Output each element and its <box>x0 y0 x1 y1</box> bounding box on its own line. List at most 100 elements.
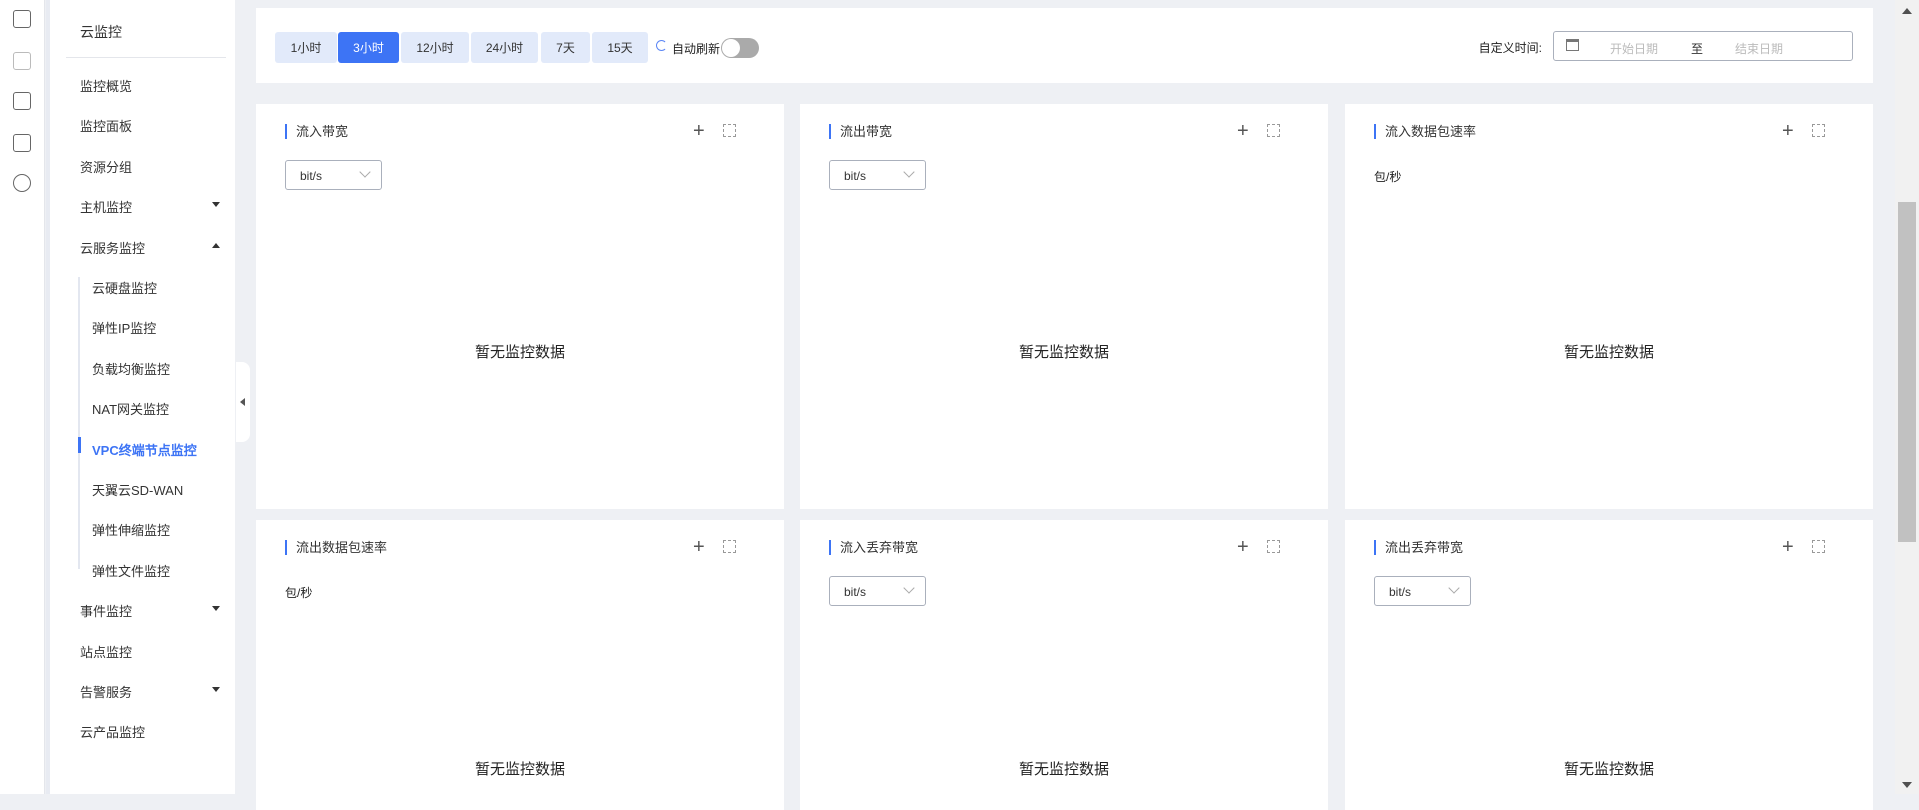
fullscreen-icon[interactable] <box>1812 124 1825 137</box>
sidebar-item[interactable]: 主机监控 <box>80 197 230 216</box>
fullscreen-icon[interactable] <box>1812 540 1825 553</box>
globe-icon[interactable] <box>13 174 31 192</box>
add-icon[interactable]: + <box>1237 537 1249 557</box>
sidebar-item[interactable]: 监控面板 <box>80 116 230 135</box>
unit-label: 包/秒 <box>1374 170 1402 184</box>
sidebar-item-label: NAT网关监控 <box>92 402 170 418</box>
network-icon[interactable] <box>13 92 31 110</box>
sidebar-item[interactable]: 云产品监控 <box>80 722 230 741</box>
range-button[interactable]: 24小时 <box>471 32 538 63</box>
panel-title: 流出数据包速率 <box>285 540 387 555</box>
scroll-down-icon[interactable] <box>1902 782 1912 788</box>
panel-title: 流入丢弃带宽 <box>829 540 918 555</box>
caret-up-icon <box>212 242 220 248</box>
chart-panel: 流入数据包速率 + 包/秒 暂无监控数据 <box>1345 104 1873 509</box>
dashboard-icon[interactable] <box>13 10 31 28</box>
unit-select[interactable]: bit/s <box>285 160 382 190</box>
sidebar: 云监控 监控概览 监控面板 资源分组 主机监控 云服务监控 云硬盘监控 弹性IP监控 负载均衡… <box>46 0 235 794</box>
sidebar-title: 云监控 <box>80 24 122 40</box>
sidebar-item[interactable]: NAT网关监控 <box>92 399 242 418</box>
empty-state-text: 暂无监控数据 <box>1563 761 1654 778</box>
sidebar-item-label: 监控面板 <box>80 119 133 135</box>
fullscreen-icon[interactable] <box>723 540 736 553</box>
range-button[interactable]: 15天 <box>592 32 648 63</box>
range-separator: 至 <box>1691 42 1704 56</box>
caret-down-icon <box>212 202 220 208</box>
start-date-input[interactable]: 开始日期 <box>1610 40 1658 57</box>
icon-rail <box>0 0 45 794</box>
refresh-icon <box>656 40 667 51</box>
empty-state-text: 暂无监控数据 <box>1018 761 1109 778</box>
unit-select-value: bit/s <box>844 585 867 599</box>
panel-title: 流出带宽 <box>829 124 892 139</box>
add-icon[interactable]: + <box>1237 121 1249 141</box>
sidebar-item[interactable]: 云硬盘监控 <box>92 278 242 297</box>
unit-select-value: bit/s <box>1389 585 1412 599</box>
chart-panel: 流出丢弃带宽 + bit/s 暂无监控数据 <box>1345 520 1873 810</box>
topology-icon[interactable] <box>13 52 31 70</box>
scroll-up-icon[interactable] <box>1902 8 1912 14</box>
sidebar-item-label: 负载均衡监控 <box>92 361 171 377</box>
sidebar-item-label: 事件监控 <box>80 604 133 620</box>
sidebar-item-label: 弹性IP监控 <box>92 321 157 337</box>
divider <box>66 57 226 58</box>
sidebar-item[interactable]: 弹性IP监控 <box>92 318 242 337</box>
collapse-sidebar-handle[interactable] <box>236 362 250 442</box>
panel-title: 流出丢弃带宽 <box>1374 540 1463 555</box>
sidebar-item-label: VPC终端节点监控 <box>92 442 197 458</box>
empty-state-text: 暂无监控数据 <box>474 761 565 778</box>
unit-select[interactable]: bit/s <box>1374 576 1471 606</box>
caret-down-icon <box>212 606 220 612</box>
panel-title: 流入带宽 <box>285 124 348 139</box>
sidebar-item[interactable]: 弹性文件监控 <box>92 561 242 580</box>
cloud-link-icon[interactable] <box>13 134 31 152</box>
fullscreen-icon[interactable] <box>1267 124 1280 137</box>
add-icon[interactable]: + <box>1782 537 1794 557</box>
sidebar-item-label: 资源分组 <box>80 159 133 175</box>
unit-select[interactable]: bit/s <box>829 160 926 190</box>
sidebar-item-label: 弹性文件监控 <box>92 563 171 579</box>
add-icon[interactable]: + <box>693 537 705 557</box>
sidebar-item[interactable]: VPC终端节点监控 <box>92 440 242 459</box>
sidebar-item[interactable]: 告警服务 <box>80 682 230 701</box>
sidebar-item[interactable]: 事件监控 <box>80 601 230 620</box>
auto-refresh-label: 自动刷新 <box>672 42 721 56</box>
range-button[interactable]: 12小时 <box>401 32 469 63</box>
chart-panel: 流入丢弃带宽 + bit/s 暂无监控数据 <box>800 520 1328 810</box>
auto-refresh-toggle[interactable] <box>721 38 759 58</box>
add-icon[interactable]: + <box>693 121 705 141</box>
scrollbar[interactable] <box>1895 0 1919 794</box>
sidebar-item-label: 云服务监控 <box>80 240 146 256</box>
sidebar-item-label: 主机监控 <box>80 200 133 216</box>
sidebar-item-label: 监控概览 <box>80 79 133 94</box>
unit-select[interactable]: bit/s <box>829 576 926 606</box>
caret-down-icon <box>212 687 220 692</box>
sidebar-item[interactable]: 资源分组 <box>80 157 230 176</box>
end-date-input[interactable]: 结束日期 <box>1735 40 1783 57</box>
sidebar-item[interactable]: 弹性伸缩监控 <box>92 520 242 539</box>
range-button[interactable]: 3小时 <box>338 32 399 63</box>
scrollbar-thumb[interactable] <box>1898 202 1916 542</box>
calendar-icon <box>1566 39 1579 51</box>
sidebar-item[interactable]: 云服务监控 <box>80 238 230 257</box>
range-button[interactable]: 1小时 <box>275 32 337 63</box>
chevron-down-icon <box>903 166 915 178</box>
sidebar-item[interactable]: 天翼云SD-WAN <box>92 480 242 499</box>
sidebar-item-label: 云产品监控 <box>80 725 146 741</box>
time-toolbar: 1小时 3小时 12小时 24小时 7天 15天 自动刷新 自定义时间: 开始日期 至 结… <box>256 8 1873 83</box>
submenu-line <box>78 277 80 569</box>
chart-panel: 流出数据包速率 + 包/秒 暂无监控数据 <box>256 520 784 810</box>
chart-panel: 流入带宽 + bit/s 暂无监控数据 <box>256 104 784 509</box>
sidebar-item[interactable]: 站点监控 <box>80 642 230 661</box>
chevron-down-icon <box>1448 582 1460 594</box>
fullscreen-icon[interactable] <box>723 124 736 137</box>
date-range-picker[interactable]: 开始日期 至 结束日期 <box>1553 31 1853 61</box>
custom-time-label: 自定义时间: <box>1478 41 1542 55</box>
range-button[interactable]: 7天 <box>541 32 590 63</box>
add-icon[interactable]: + <box>1782 121 1794 141</box>
sidebar-item[interactable]: 监控概览 <box>80 76 230 95</box>
fullscreen-icon[interactable] <box>1267 540 1280 553</box>
chevron-down-icon <box>359 166 371 178</box>
empty-state-text: 暂无监控数据 <box>1563 344 1654 361</box>
sidebar-item[interactable]: 负载均衡监控 <box>92 359 242 378</box>
